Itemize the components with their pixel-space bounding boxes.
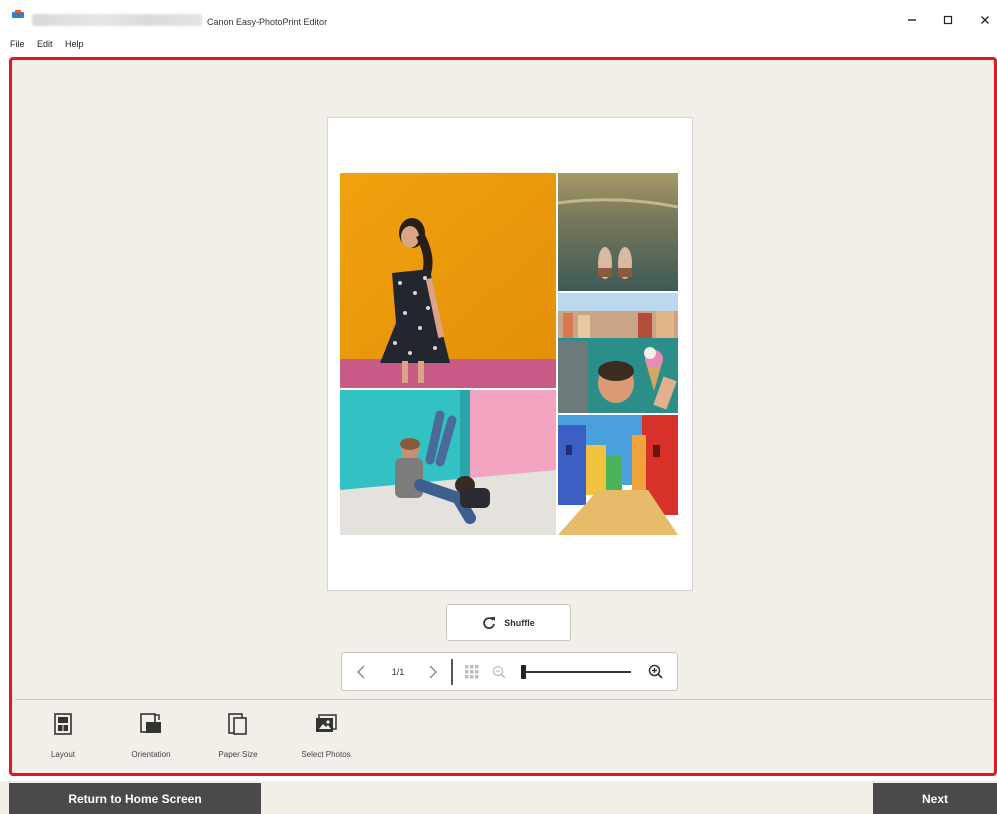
photo-venice-ice-cream[interactable] bbox=[558, 293, 678, 413]
orientation-label: Orientation bbox=[131, 750, 171, 759]
photo-colorful-houses[interactable] bbox=[558, 415, 678, 535]
select-photos-icon bbox=[316, 714, 337, 732]
paper-size-icon bbox=[228, 713, 247, 735]
paper-size-button[interactable]: Paper Size bbox=[201, 710, 275, 770]
next-page-button[interactable] bbox=[420, 653, 446, 690]
paper-size-label: Paper Size bbox=[218, 750, 258, 759]
chevron-right-icon bbox=[429, 665, 437, 678]
grid-view-button[interactable] bbox=[460, 653, 484, 690]
photo-couple-turquoise-room[interactable] bbox=[340, 390, 556, 535]
close-icon bbox=[981, 16, 989, 24]
refresh-icon bbox=[483, 616, 496, 629]
pager-zoom-bar: 1/1 bbox=[341, 652, 678, 691]
shuffle-button[interactable]: Shuffle bbox=[446, 604, 571, 641]
menu-bar: File Edit Help bbox=[0, 36, 997, 54]
photo-feet-pavement[interactable] bbox=[558, 173, 678, 291]
select-photos-button[interactable]: Select Photos bbox=[289, 710, 363, 770]
grid-icon bbox=[465, 664, 479, 678]
shuffle-label: Shuffle bbox=[504, 617, 535, 628]
layout-icon bbox=[54, 713, 72, 735]
blurred-title-region bbox=[32, 14, 202, 26]
minimize-button[interactable] bbox=[897, 10, 927, 30]
next-button[interactable]: Next bbox=[873, 783, 997, 814]
close-button[interactable] bbox=[970, 10, 997, 30]
app-icon bbox=[12, 10, 24, 18]
return-home-button[interactable]: Return to Home Screen bbox=[9, 783, 261, 814]
zoom-in-button[interactable] bbox=[642, 653, 668, 690]
photo-woman-yellow-wall[interactable] bbox=[340, 173, 556, 388]
zoom-out-button[interactable] bbox=[488, 653, 510, 690]
layout-label: Layout bbox=[50, 750, 76, 759]
maximize-button[interactable] bbox=[933, 10, 963, 30]
zoom-slider-thumb[interactable] bbox=[521, 664, 526, 679]
minimize-icon bbox=[908, 19, 916, 21]
pager-divider bbox=[451, 653, 453, 690]
maximize-icon bbox=[943, 15, 953, 25]
chevron-left-icon bbox=[357, 665, 365, 678]
orientation-button[interactable]: Orientation bbox=[114, 710, 188, 770]
menu-help[interactable]: Help bbox=[65, 39, 84, 49]
layout-button[interactable]: Layout bbox=[26, 710, 100, 770]
zoom-slider[interactable] bbox=[514, 653, 638, 690]
menu-file[interactable]: File bbox=[10, 39, 25, 49]
previous-page-button[interactable] bbox=[348, 653, 374, 690]
orientation-icon bbox=[140, 713, 161, 733]
menu-edit[interactable]: Edit bbox=[37, 39, 53, 49]
toolbar-divider bbox=[15, 699, 994, 700]
print-page-preview bbox=[327, 117, 693, 591]
editor-workspace: Shuffle 1/1 Layout Orientation Paper Siz… bbox=[9, 57, 997, 776]
page-indicator: 1/1 bbox=[391, 666, 405, 677]
zoom-out-icon bbox=[492, 665, 506, 679]
zoom-in-icon bbox=[648, 664, 663, 679]
select-photos-label: Select Photos bbox=[301, 750, 351, 759]
title-bar: Canon Easy-PhotoPrint Editor bbox=[0, 0, 997, 36]
window-title: Canon Easy-PhotoPrint Editor bbox=[207, 17, 328, 27]
